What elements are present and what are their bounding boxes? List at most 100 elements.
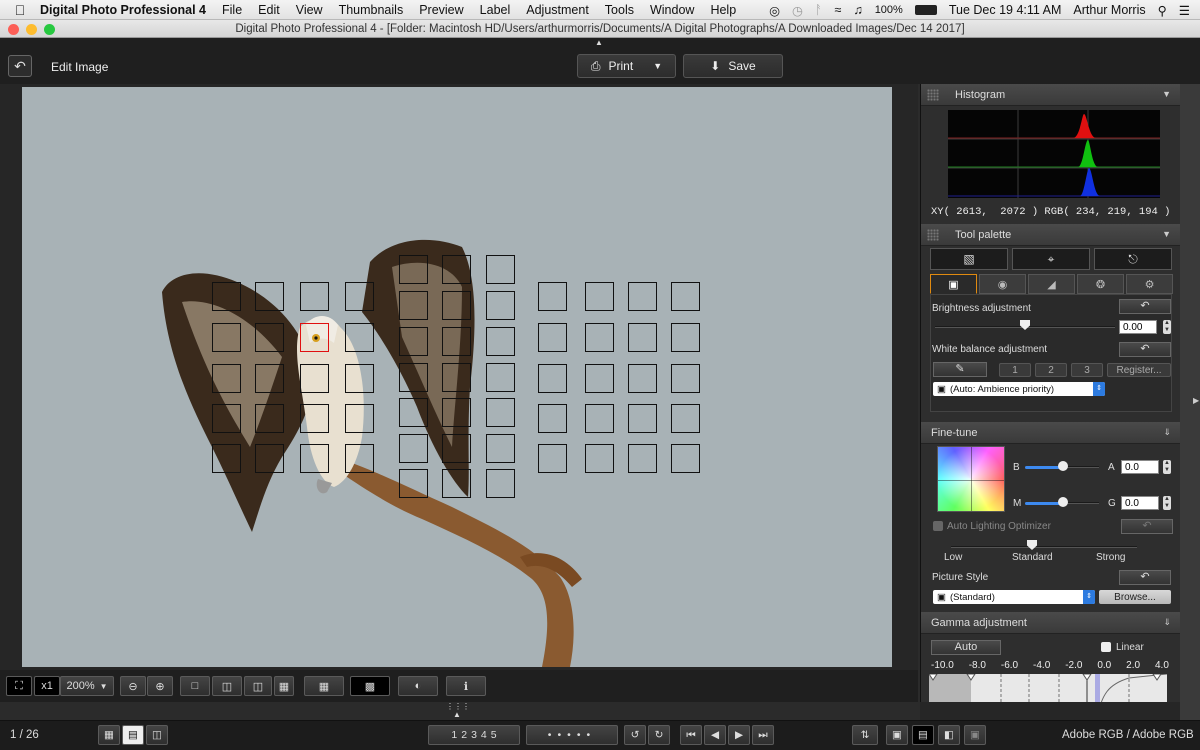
zoom-level-select[interactable]: 200% ▼ [60,676,114,696]
collapse-triangle-icon[interactable]: ▼ [1162,229,1171,239]
drag-grip-icon[interactable] [927,88,939,101]
browse-button[interactable]: Browse... [1099,590,1171,604]
remote-shooting-button[interactable]: ▣ [964,725,986,745]
b-a-slider-track[interactable] [1065,466,1099,468]
tool-palette-header[interactable]: Tool palette ▼ [921,224,1181,246]
tab-raw[interactable]: ◉ [979,274,1026,294]
stamp-tool-button[interactable]: ⎋ [1094,248,1172,270]
adjustment-tool-button[interactable]: ▧ [930,248,1008,270]
alo-checkbox[interactable] [933,521,943,531]
grid-overlay-button[interactable]: ▦ [304,676,344,696]
previous-image-button[interactable]: ◀ [704,725,726,745]
gamma-auto-button[interactable]: Auto [931,640,1001,655]
wb-register-button[interactable]: Register... [1107,363,1171,377]
menu-help[interactable]: Help [710,3,736,17]
wb-slot-1-button[interactable]: 1 [999,363,1031,377]
chevron-right-icon[interactable]: ▶ [1193,396,1199,405]
m-g-slider-track[interactable] [1065,502,1099,504]
save-button[interactable]: ⬇ Save [683,54,783,78]
rating-2-button[interactable]: 2 [461,729,467,741]
rating-1-button[interactable]: 1 [451,729,457,741]
user-name[interactable]: Arthur Morris [1073,3,1145,17]
eyedropper-button[interactable]: ✎ [933,362,987,377]
next-image-button[interactable]: ▶ [728,725,750,745]
check-mark-buttons[interactable]: ••••• [526,725,618,745]
fit-screen-button[interactable]: ⛶ [6,676,32,696]
split-view-button[interactable]: ◫ [244,676,272,696]
edit-image-window-button[interactable]: ▤ [912,725,934,745]
binoculars-icon[interactable]: ◎ [769,3,780,18]
a-stepper[interactable]: ▲ ▼ [1163,460,1171,474]
menu-label[interactable]: Label [480,3,511,17]
info-button[interactable]: ℹ [446,676,486,696]
filmstrip-vertical-view-button[interactable]: ◫ [146,725,168,745]
linear-checkbox[interactable] [1101,642,1111,652]
wb-slot-2-button[interactable]: 2 [1035,363,1067,377]
rotate-right-button[interactable]: ↻ [648,725,670,745]
zoom-x1-button[interactable]: x1 [34,676,60,696]
close-window-button[interactable] [8,24,19,35]
battery-icon[interactable] [914,5,937,15]
time-machine-icon[interactable]: ◷ [792,3,803,18]
gamma-header[interactable]: Gamma adjustment ⇓ [921,612,1181,634]
thumbnail-strip-handle[interactable]: ⋮⋮⋮ ▲ [446,703,470,719]
tab-basic-adjust[interactable]: ▣ [930,274,977,294]
color-adjust-grid[interactable] [937,446,1005,512]
menu-tools[interactable]: Tools [605,3,634,17]
g-stepper[interactable]: ▲ ▼ [1163,496,1171,510]
rating-buttons[interactable]: 1 2 3 4 5 [428,725,520,745]
volume-icon[interactable]: ♫ [853,3,862,17]
osprey-photo[interactable] [22,87,892,667]
rating-3-button[interactable]: 3 [471,729,477,741]
tab-color[interactable]: ❂ [1077,274,1124,294]
collapse-triangle-icon[interactable]: ▼ [1162,89,1171,99]
collection-button[interactable]: ◧ [938,725,960,745]
menu-adjustment[interactable]: Adjustment [526,3,589,17]
crop-tool-button[interactable]: ⌖ [1012,248,1090,270]
white-balance-reset-button[interactable]: ↶ [1119,342,1171,357]
menu-thumbnails[interactable]: Thumbnails [339,3,404,17]
filmstrip-horizontal-view-button[interactable]: ▤ [122,725,144,745]
collapse-double-chevron-icon[interactable]: ⇓ [1163,617,1171,628]
chevron-down-icon[interactable]: ▼ [653,61,662,71]
menu-file[interactable]: File [222,3,242,17]
sync-view-button[interactable]: ▦ [274,676,294,696]
rating-5-button[interactable]: 5 [491,729,497,741]
highlight-warning-button[interactable]: ◐ [398,676,438,696]
minimize-window-button[interactable] [26,24,37,35]
picture-style-reset-button[interactable]: ↶ [1119,570,1171,585]
wifi-icon[interactable]: ≈ [834,3,841,17]
af-point-toggle[interactable]: □ [180,676,210,696]
rating-4-button[interactable]: 4 [481,729,487,741]
zoom-in-button[interactable]: ⊕ [147,676,173,696]
b-a-slider-thumb[interactable] [1058,461,1068,471]
collapse-double-chevron-icon[interactable]: ⇓ [1163,427,1171,438]
white-balance-select[interactable]: ▣ (Auto: Ambience priority) ⇕ [933,382,1105,396]
af-frame-display-button[interactable]: ▩ [350,676,390,696]
back-button[interactable]: ↶ [8,55,32,77]
alo-slider[interactable] [951,546,1137,548]
last-image-button[interactable]: ⏭ [752,725,774,745]
wb-slot-3-button[interactable]: 3 [1071,363,1103,377]
notification-center-icon[interactable]: ☰ [1179,3,1190,18]
fine-tune-header[interactable]: Fine-tune ⇓ [921,422,1181,444]
brightness-value[interactable]: 0.00 [1119,320,1157,334]
alo-reset-button[interactable]: ↶ [1121,519,1173,534]
collapse-toolbar-handle[interactable]: ▲ [595,38,603,47]
tab-tone-curve[interactable]: ◢ [1028,274,1075,294]
first-image-button[interactable]: ⏮ [680,725,702,745]
m-g-slider-thumb[interactable] [1058,497,1068,507]
tab-settings[interactable]: ⚙ [1126,274,1173,294]
panel-collapse-strip[interactable]: ▶ [1180,84,1200,720]
thumbnail-grid-view-button[interactable]: ▦ [98,725,120,745]
menu-edit[interactable]: Edit [258,3,280,17]
edit-window-button[interactable]: ▣ [886,725,908,745]
app-menu[interactable]: Digital Photo Professional 4 [40,3,206,17]
brightness-reset-button[interactable]: ↶ [1119,299,1171,314]
histogram-header[interactable]: Histogram ▼ [921,84,1181,106]
zoom-window-button[interactable] [44,24,55,35]
menu-view[interactable]: View [296,3,323,17]
zoom-out-button[interactable]: ⊖ [120,676,146,696]
drag-grip-icon[interactable] [927,228,939,241]
rotate-left-button[interactable]: ↺ [624,725,646,745]
